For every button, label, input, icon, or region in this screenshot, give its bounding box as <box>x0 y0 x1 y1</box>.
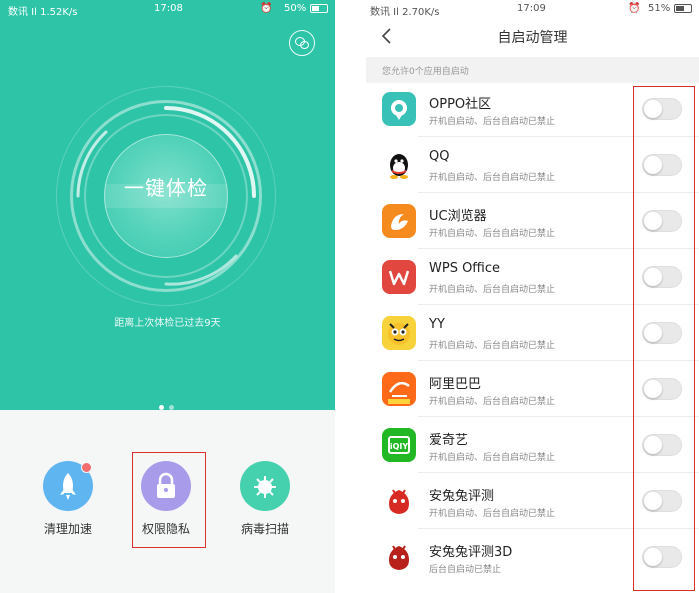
app-name: WPS Office <box>429 261 501 276</box>
one-key-checkup-button[interactable]: 一键体检 <box>66 172 266 201</box>
signal-status: 数讯 Il 1.52K/s <box>8 7 78 18</box>
virus-scan-button[interactable]: 病毒扫描 <box>230 461 300 537</box>
app-status: 开机自启动、后台自启动已禁止 <box>429 285 556 295</box>
notification-badge <box>81 462 92 473</box>
page-dot-active <box>159 405 164 410</box>
clean-accelerate-button[interactable]: 清理加速 <box>33 461 103 537</box>
svg-text:iQIY: iQIY <box>390 442 409 451</box>
alibaba-icon <box>382 372 416 406</box>
battery-icon <box>674 4 692 13</box>
signal-status: 数讯 Il 2.70K/s <box>370 7 440 18</box>
clock: 17:09 <box>517 3 546 14</box>
app-name: 安兔兔评测3D <box>429 545 513 560</box>
app-status: 后台自启动已禁止 <box>429 565 502 575</box>
status-bar: 数讯 Il 1.52K/s 17:08 ⏰ 50% <box>0 0 335 18</box>
app-status: 开机自启动、后台自启动已禁止 <box>429 173 556 183</box>
allowed-count-text: 您允许0个应用自启动 <box>382 67 469 77</box>
checkup-header: 数讯 Il 1.52K/s 17:08 ⏰ 50% 一键体检 距离上次体检已过去… <box>0 0 335 410</box>
oppo-community-icon <box>382 92 416 126</box>
highlight-frame <box>132 452 206 548</box>
app-name: UC浏览器 <box>429 209 487 224</box>
section-header: 您允许0个应用自启动 <box>366 57 699 83</box>
highlight-frame <box>633 86 695 591</box>
page-dot <box>169 405 174 410</box>
app-name: 阿里巴巴 <box>429 377 482 392</box>
tool-label: 病毒扫描 <box>240 522 289 536</box>
alarm-icon: ⏰ <box>628 3 641 14</box>
app-status: 开机自启动、后台自启动已禁止 <box>429 509 556 519</box>
app-status: 开机自启动、后台自启动已禁止 <box>429 341 556 351</box>
rocket-icon <box>43 461 93 511</box>
app-status: 开机自启动、后台自启动已禁止 <box>429 229 556 239</box>
status-bar: 数讯 Il 2.70K/s 17:09 ⏰ 51% <box>366 0 699 18</box>
yy-icon <box>382 316 416 350</box>
uc-browser-icon <box>382 204 416 238</box>
last-check-text: 距离上次体检已过去9天 <box>114 318 221 329</box>
alarm-icon: ⏰ <box>260 3 273 14</box>
battery-percent: 50% <box>284 3 307 14</box>
antutu-icon <box>382 484 416 518</box>
iqiyi-icon: iQIY <box>382 428 416 462</box>
app-name: YY <box>429 317 445 332</box>
wps-office-icon <box>382 260 416 294</box>
page-title: 自启动管理 <box>497 30 568 46</box>
battery-percent: 51% <box>648 3 671 14</box>
startup-manager-screen: 数讯 Il 2.70K/s 17:09 ⏰ 51% 自启动管理 您允许0个应用自… <box>366 0 699 593</box>
app-name: 爱奇艺 <box>429 433 469 448</box>
title-bar: 自启动管理 <box>366 18 699 54</box>
phone-manager-screen: 数讯 Il 1.52K/s 17:08 ⏰ 50% 一键体检 距离上次体检已过去… <box>0 0 335 593</box>
app-name: OPPO社区 <box>429 97 492 112</box>
battery-icon <box>310 4 328 13</box>
qq-icon <box>382 148 416 182</box>
tool-label: 清理加速 <box>43 522 92 536</box>
app-status: 开机自启动、后台自启动已禁止 <box>429 397 556 407</box>
virus-icon <box>240 461 290 511</box>
clock: 17:08 <box>154 3 183 14</box>
app-status: 开机自启动、后台自启动已禁止 <box>429 117 556 127</box>
page-indicator <box>159 395 179 414</box>
app-name: 安兔兔评测 <box>429 489 495 504</box>
app-name: QQ <box>429 149 450 164</box>
antutu-3d-icon <box>382 540 416 574</box>
app-status: 开机自启动、后台自启动已禁止 <box>429 453 556 463</box>
message-icon[interactable] <box>289 30 315 56</box>
